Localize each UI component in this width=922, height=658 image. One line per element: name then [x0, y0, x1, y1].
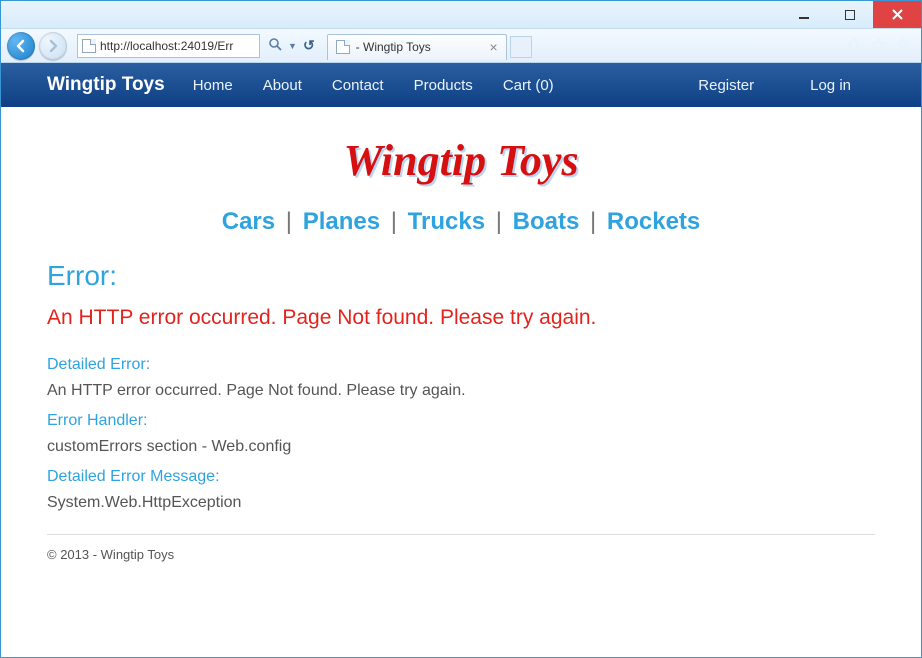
close-button[interactable]: [873, 1, 921, 28]
separator: |: [492, 208, 506, 235]
search-dropdown-icon[interactable]: ▼: [288, 41, 297, 51]
command-bar: [846, 37, 915, 55]
browser-toolbar: ▼ ↻ - Wingtip Toys ×: [1, 29, 921, 63]
detailed-error-label: Detailed Error:: [47, 356, 875, 374]
separator: |: [282, 208, 296, 235]
page-viewport[interactable]: Wingtip Toys Home About Contact Products…: [1, 63, 921, 657]
error-heading: Error:: [47, 260, 875, 292]
forward-button[interactable]: [39, 32, 67, 60]
back-button[interactable]: [7, 32, 35, 60]
nav-login[interactable]: Log in: [810, 77, 851, 94]
tools-icon[interactable]: [896, 37, 911, 55]
page-body: Wingtip Toys Cars | Planes | Trucks | Bo…: [1, 107, 921, 592]
refresh-button[interactable]: ↻: [303, 37, 315, 54]
site-brand[interactable]: Wingtip Toys: [47, 74, 165, 96]
tab-close-icon[interactable]: ×: [489, 40, 497, 54]
category-nav: Cars | Planes | Trucks | Boats | Rockets: [47, 208, 875, 236]
nav-right: Register Log in: [698, 77, 921, 94]
page-icon: [82, 39, 96, 53]
maximize-icon: [845, 10, 855, 20]
browser-tab[interactable]: - Wingtip Toys ×: [327, 34, 507, 60]
error-handler-value: customErrors section - Web.config: [47, 438, 875, 456]
nav-home[interactable]: Home: [193, 77, 233, 94]
detailed-error-value: An HTTP error occurred. Page Not found. …: [47, 382, 875, 400]
maximize-button[interactable]: [827, 1, 873, 28]
browser-window: ▼ ↻ - Wingtip Toys × Wingtip Toys: [0, 0, 922, 658]
nav-contact[interactable]: Contact: [332, 77, 384, 94]
footer-divider: [47, 534, 875, 535]
page-icon: [336, 40, 350, 54]
favorites-icon[interactable]: [871, 37, 886, 55]
category-link[interactable]: Trucks: [408, 208, 485, 235]
arrow-right-icon: [46, 39, 60, 53]
site-navbar: Wingtip Toys Home About Contact Products…: [1, 63, 921, 107]
category-link[interactable]: Rockets: [607, 208, 700, 235]
error-message: An HTTP error occurred. Page Not found. …: [47, 306, 875, 330]
titlebar-spacer: [1, 1, 781, 28]
new-tab-button[interactable]: [510, 36, 532, 58]
arrow-left-icon: [14, 39, 28, 53]
nav-products[interactable]: Products: [414, 77, 473, 94]
detailed-message-value: System.Web.HttpException: [47, 494, 875, 512]
category-link[interactable]: Cars: [222, 208, 275, 235]
address-bar[interactable]: [77, 34, 260, 58]
detailed-message-label: Detailed Error Message:: [47, 468, 875, 486]
home-icon[interactable]: [846, 37, 861, 55]
separator: |: [387, 208, 401, 235]
search-icon[interactable]: [268, 37, 282, 54]
nav-about[interactable]: About: [263, 77, 302, 94]
search-controls: ▼ ↻: [268, 37, 315, 54]
window-titlebar: [1, 1, 921, 29]
tab-strip: - Wingtip Toys ×: [327, 32, 532, 60]
separator: |: [586, 208, 600, 235]
nav-cart[interactable]: Cart (0): [503, 77, 554, 94]
url-input[interactable]: [100, 39, 255, 53]
category-link[interactable]: Planes: [303, 208, 380, 235]
copyright: © 2013 - Wingtip Toys: [47, 547, 875, 562]
hero-title: Wingtip Toys: [47, 135, 875, 186]
minimize-icon: [799, 10, 809, 20]
minimize-button[interactable]: [781, 1, 827, 28]
nav-register[interactable]: Register: [698, 77, 754, 94]
tab-title: - Wingtip Toys: [356, 40, 431, 54]
category-link[interactable]: Boats: [513, 208, 580, 235]
close-icon: [892, 9, 903, 20]
error-handler-label: Error Handler:: [47, 412, 875, 430]
